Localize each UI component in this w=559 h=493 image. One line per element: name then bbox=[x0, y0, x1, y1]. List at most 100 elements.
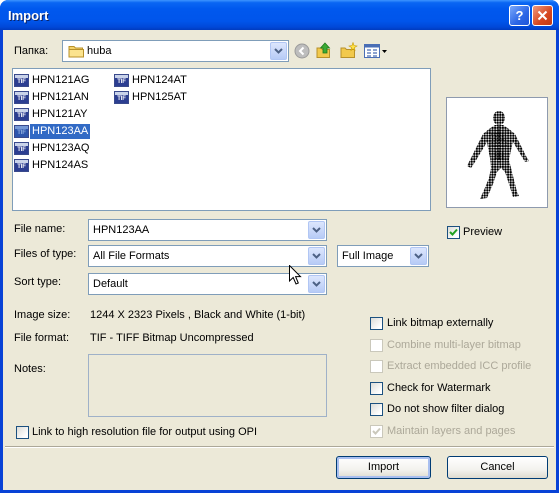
files-of-type-value: All File Formats bbox=[93, 250, 170, 262]
preview-label: Preview bbox=[463, 226, 503, 238]
preview-checkbox-box[interactable] bbox=[447, 226, 460, 239]
checkbox-label: Extract embedded ICC profile bbox=[387, 360, 532, 373]
back-arrow-icon[interactable] bbox=[294, 43, 310, 59]
file-name-input[interactable]: HPN123AA bbox=[88, 219, 327, 241]
current-folder-name: huba bbox=[87, 45, 112, 57]
window-title: Import bbox=[8, 8, 49, 23]
sort-type-dropdown-button[interactable] bbox=[308, 275, 325, 293]
file-item-name: HPN125AT bbox=[132, 91, 187, 103]
file-name-label: File name: bbox=[14, 223, 66, 235]
tif-file-icon: TIF bbox=[114, 74, 129, 87]
preview-pane bbox=[446, 97, 548, 208]
link-bitmap-externally-checkbox[interactable]: Link bitmap externally bbox=[370, 317, 553, 339]
checkbox-box[interactable] bbox=[370, 317, 383, 330]
tif-file-icon: TIF bbox=[14, 108, 29, 121]
tif-badge: TIF bbox=[15, 163, 28, 171]
view-menu-icon[interactable] bbox=[364, 43, 388, 59]
tif-file-icon: TIF bbox=[114, 91, 129, 104]
file-item-name: HPN124AT bbox=[132, 74, 187, 86]
image-size-value: 1244 X 2323 Pixels , Black and White (1-… bbox=[90, 309, 306, 321]
tif-badge: TIF bbox=[115, 95, 128, 103]
file-item-name: HPN121AN bbox=[32, 91, 89, 103]
divider bbox=[5, 446, 554, 448]
mouse-pointer-icon bbox=[289, 265, 302, 285]
look-in-combobox[interactable]: huba bbox=[62, 40, 289, 62]
import-button[interactable]: Import bbox=[336, 456, 431, 479]
file-name-dropdown-button[interactable] bbox=[308, 221, 325, 239]
chevron-down-icon bbox=[274, 48, 283, 54]
files-of-type-label: Files of type: bbox=[14, 248, 77, 260]
file-item-name: HPN123AA bbox=[30, 124, 91, 139]
tif-badge: TIF bbox=[115, 78, 128, 86]
look-in-dropdown-button[interactable] bbox=[270, 42, 287, 60]
extract-icc-profile-checkbox: Extract embedded ICC profile bbox=[370, 360, 553, 382]
checkbox-box bbox=[370, 360, 383, 374]
notes-label: Notes: bbox=[14, 363, 46, 375]
file-list-item[interactable]: TIF HPN124AT bbox=[114, 72, 214, 89]
cancel-button[interactable]: Cancel bbox=[447, 456, 548, 479]
file-list-item[interactable]: TIF HPN123AQ bbox=[14, 140, 114, 157]
import-options: Link bitmap externally Combine multi-lay… bbox=[370, 317, 553, 447]
file-item-name: HPN121AG bbox=[32, 74, 90, 86]
checkbox-box[interactable] bbox=[370, 381, 383, 395]
checkbox-label: Do not show filter dialog bbox=[387, 403, 505, 416]
checkbox-label: Link bitmap externally bbox=[387, 317, 494, 329]
image-size-label: Image size: bbox=[14, 309, 71, 321]
file-list-item[interactable]: TIF HPN124AS bbox=[14, 157, 114, 174]
checkmark-icon bbox=[372, 427, 381, 435]
tif-badge: TIF bbox=[15, 112, 28, 120]
file-list[interactable]: TIF HPN121AG TIF HPN121AN TIF HPN121AY T… bbox=[12, 68, 431, 211]
file-item-name: HPN121AY bbox=[32, 108, 88, 120]
chevron-down-icon bbox=[312, 253, 321, 259]
preview-thumbnail bbox=[467, 111, 529, 199]
checkbox-box bbox=[370, 338, 383, 352]
checkbox-box bbox=[370, 424, 383, 438]
folder-icon bbox=[68, 46, 84, 58]
tif-badge: TIF bbox=[15, 129, 28, 137]
checkbox-box[interactable] bbox=[370, 403, 383, 417]
checkbox-label: Maintain layers and pages bbox=[387, 424, 516, 437]
file-items: TIF HPN121AG TIF HPN121AN TIF HPN121AY T… bbox=[14, 72, 314, 174]
file-item-name: HPN123AQ bbox=[32, 142, 90, 154]
file-name-value: HPN123AA bbox=[93, 224, 150, 236]
combine-multi-layer-checkbox: Combine multi-layer bitmap bbox=[370, 338, 553, 361]
tif-file-icon: TIF bbox=[14, 159, 29, 172]
checkbox-label: Check for Watermark bbox=[387, 381, 491, 394]
checkbox-label: Combine multi-layer bitmap bbox=[387, 338, 521, 351]
file-format-label: File format: bbox=[14, 332, 70, 344]
tif-badge: TIF bbox=[15, 95, 28, 103]
maintain-layers-checkbox: Maintain layers and pages bbox=[370, 424, 553, 447]
files-of-type-select[interactable]: All File Formats bbox=[88, 245, 327, 267]
file-list-item[interactable]: TIF HPN121AN bbox=[14, 89, 114, 106]
check-for-watermark-checkbox[interactable]: Check for Watermark bbox=[370, 381, 553, 404]
title-bar[interactable]: Import ? bbox=[0, 0, 559, 30]
chevron-down-icon bbox=[312, 281, 321, 287]
image-option-select[interactable]: Full Image bbox=[337, 245, 429, 267]
file-list-item[interactable]: TIF HPN125AT bbox=[114, 89, 214, 106]
sort-type-label: Sort type: bbox=[14, 276, 62, 288]
tif-file-icon: TIF bbox=[14, 142, 29, 155]
files-of-type-dropdown-button[interactable] bbox=[308, 247, 325, 265]
chevron-down-icon bbox=[312, 227, 321, 233]
file-item-name: HPN124AS bbox=[32, 159, 89, 171]
checkbox-box[interactable] bbox=[16, 426, 29, 439]
look-in-label: Папка: bbox=[14, 45, 49, 57]
file-list-item[interactable]: TIF HPN121AY bbox=[14, 106, 114, 123]
file-list-item[interactable]: TIF HPN121AG bbox=[14, 72, 114, 89]
opi-link-label: Link to high resolution file for output … bbox=[32, 426, 258, 438]
tif-file-icon: TIF bbox=[14, 74, 29, 87]
opi-link-checkbox[interactable]: Link to high resolution file for output … bbox=[16, 426, 276, 439]
do-not-show-filter-dialog-checkbox[interactable]: Do not show filter dialog bbox=[370, 403, 553, 425]
new-folder-icon[interactable] bbox=[340, 42, 358, 59]
up-one-level-icon[interactable] bbox=[316, 42, 333, 59]
close-button[interactable] bbox=[532, 5, 553, 26]
help-button[interactable]: ? bbox=[509, 5, 530, 26]
image-option-dropdown-button[interactable] bbox=[410, 247, 427, 265]
image-option-value: Full Image bbox=[342, 250, 394, 262]
close-icon bbox=[537, 10, 548, 21]
file-format-value: TIF - TIFF Bitmap Uncompressed bbox=[90, 332, 254, 344]
checkmark-icon bbox=[449, 228, 458, 236]
preview-checkbox[interactable]: Preview bbox=[447, 226, 517, 239]
file-list-item[interactable]: TIF HPN123AA bbox=[14, 123, 114, 140]
sort-type-value: Default bbox=[93, 278, 128, 290]
